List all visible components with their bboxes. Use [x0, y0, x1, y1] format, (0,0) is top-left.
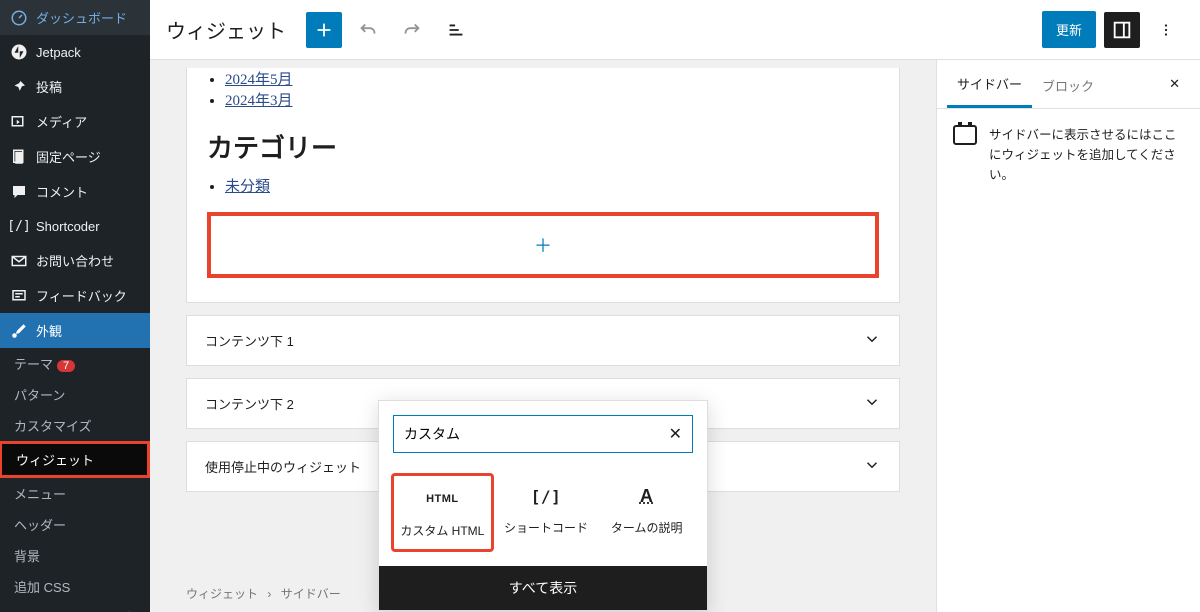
redo-button[interactable] [394, 12, 430, 48]
archive-link[interactable]: 2024年5月 [225, 72, 293, 88]
clear-icon[interactable]: ✕ [669, 424, 682, 444]
sidebar-label: Jetpack [36, 45, 81, 60]
dashboard-icon [10, 9, 28, 27]
block-label: タームの説明 [611, 519, 683, 536]
shortcode-icon: [/] [531, 483, 561, 509]
chevron-down-icon [863, 456, 881, 477]
widget-area-label: 使用停止中のウィジェット [205, 457, 361, 476]
sidebar-label: Shortcoder [36, 219, 100, 234]
jetpack-icon [10, 43, 28, 61]
block-inserter-popover: ✕ HTML カスタム HTML [/] ショートコード A [378, 400, 708, 611]
block-item-term-description[interactable]: A タームの説明 [598, 473, 695, 552]
category-list: 未分類 [207, 175, 879, 196]
sidebar-sub-themes[interactable]: テーマ7 [0, 348, 150, 379]
update-badge: 7 [57, 360, 75, 372]
breadcrumb-separator: › [267, 587, 271, 601]
settings-toggle-button[interactable] [1104, 12, 1140, 48]
breadcrumb-current: サイドバー [281, 587, 341, 601]
archive-link[interactable]: 2024年3月 [225, 93, 293, 109]
breadcrumb-root[interactable]: ウィジェット [186, 587, 258, 601]
shortcode-icon: [/] [10, 217, 28, 235]
brush-icon [10, 322, 28, 340]
editor-canvas: 2024年5月 2024年3月 カテゴリー 未分類 ＋ コンテンツ下 1 [150, 60, 936, 612]
sidebar-sub-widgets[interactable]: ウィジェット [0, 441, 150, 478]
sidebar-item-contact[interactable]: お問い合わせ [0, 243, 150, 278]
category-heading: カテゴリー [207, 128, 879, 165]
plus-icon: ＋ [534, 232, 552, 258]
mail-icon [10, 252, 28, 270]
sidebar-item-comments[interactable]: コメント [0, 174, 150, 209]
update-button[interactable]: 更新 [1042, 11, 1096, 48]
sidebar-sub-css[interactable]: 追加 CSS [0, 571, 150, 602]
widget-area-label: コンテンツ下 1 [205, 331, 294, 350]
inserter-search-input[interactable] [404, 426, 669, 442]
sidebar-label: 固定ページ [36, 147, 101, 166]
block-item-custom-html[interactable]: HTML カスタム HTML [391, 473, 494, 552]
sidebar-label: コメント [36, 182, 88, 201]
topbar: ウィジェット 更新 [150, 0, 1200, 60]
sidebar-item-pages[interactable]: 固定ページ [0, 139, 150, 174]
block-label: ショートコード [504, 519, 588, 536]
add-block-appender[interactable]: ＋ [207, 212, 879, 278]
sidebar-item-appearance[interactable]: 外観 [0, 313, 150, 348]
sidebar-sub-patterns[interactable]: パターン [0, 379, 150, 410]
show-all-button[interactable]: すべて表示 [379, 566, 707, 610]
chevron-down-icon [863, 393, 881, 414]
media-icon [10, 113, 28, 131]
list-item: 2024年3月 [225, 89, 879, 110]
sidebar-label: メディア [36, 112, 87, 131]
options-menu-button[interactable] [1148, 21, 1184, 39]
admin-sidebar: ダッシュボード Jetpack 投稿 メディア 固定ページ コメント [/] S… [0, 0, 150, 612]
sidebar-sub-customize[interactable]: カスタマイズ [0, 410, 150, 441]
category-link[interactable]: 未分類 [225, 179, 270, 195]
inserter-search[interactable]: ✕ [393, 415, 693, 453]
widget-area-toggle[interactable]: コンテンツ下 1 [186, 315, 900, 366]
sidebar-sub-theme-editor[interactable]: テーマファイルエディ [0, 602, 150, 612]
sidebar-sub-header[interactable]: ヘッダー [0, 509, 150, 540]
sidebar-item-feedback[interactable]: フィードバック [0, 278, 150, 313]
widget-area-icon [953, 125, 977, 145]
sidebar-item-shortcoder[interactable]: [/] Shortcoder [0, 209, 150, 243]
list-item: 2024年5月 [225, 68, 879, 89]
sidebar-label: 投稿 [36, 77, 62, 96]
add-block-button[interactable] [306, 12, 342, 48]
sidebar-item-posts[interactable]: 投稿 [0, 69, 150, 104]
settings-message: サイドバーに表示させるにはここにウィジェットを追加してください。 [989, 125, 1184, 185]
sidebar-item-media[interactable]: メディア [0, 104, 150, 139]
html-icon: HTML [426, 486, 459, 512]
close-panel-button[interactable]: ✕ [1159, 66, 1190, 102]
pin-icon [10, 78, 28, 96]
tab-widget-area[interactable]: サイドバー [947, 60, 1032, 108]
undo-button[interactable] [350, 12, 386, 48]
sidebar-label: お問い合わせ [36, 251, 114, 270]
sidebar-label: 外観 [36, 321, 62, 340]
block-item-shortcode[interactable]: [/] ショートコード [498, 473, 595, 552]
chevron-down-icon [863, 330, 881, 351]
list-view-button[interactable] [438, 12, 474, 48]
block-label: カスタム HTML [400, 522, 484, 539]
settings-panel: サイドバー ブロック ✕ サイドバーに表示させるにはここにウィジェットを追加して… [936, 60, 1200, 612]
sidebar-label: ダッシュボード [36, 8, 127, 27]
sidebar-sub-menus[interactable]: メニュー [0, 478, 150, 509]
widget-area-label: コンテンツ下 2 [205, 394, 294, 413]
page-icon [10, 148, 28, 166]
term-icon: A [640, 483, 654, 509]
page-title: ウィジェット [166, 15, 286, 44]
comment-icon [10, 183, 28, 201]
list-item: 未分類 [225, 175, 879, 196]
sidebar-label: フィードバック [36, 286, 127, 305]
tab-block[interactable]: ブロック [1032, 62, 1104, 107]
sidebar-sub-background[interactable]: 背景 [0, 540, 150, 571]
sidebar-item-dashboard[interactable]: ダッシュボード [0, 0, 150, 35]
sidebar-item-jetpack[interactable]: Jetpack [0, 35, 150, 69]
feedback-icon [10, 287, 28, 305]
archive-list: 2024年5月 2024年3月 [207, 68, 879, 110]
